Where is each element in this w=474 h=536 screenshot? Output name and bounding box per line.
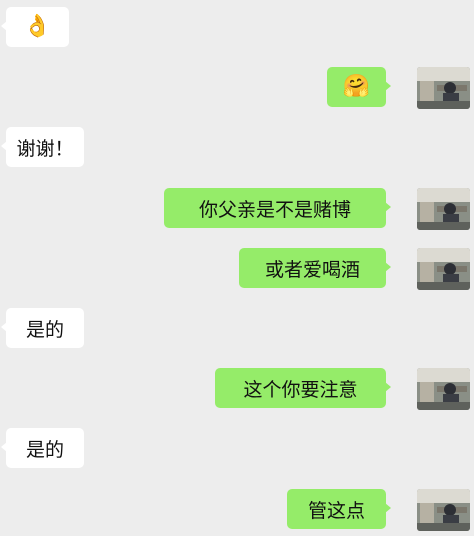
message-text: 你父亲是不是赌博: [198, 198, 351, 221]
avatar-photo: [417, 489, 470, 531]
message-bubble-incoming[interactable]: 👌: [1, 7, 69, 47]
message-bubble-outgoing[interactable]: 🤗: [327, 67, 391, 107]
avatar[interactable]: [417, 67, 470, 109]
message-text: 是的: [25, 438, 64, 461]
avatar[interactable]: [417, 489, 470, 531]
message-bubble-outgoing[interactable]: 这个你要注意: [215, 368, 391, 408]
avatar-photo: [417, 248, 470, 290]
avatar[interactable]: [417, 248, 470, 290]
message-text: 管这点: [307, 499, 365, 522]
message-text: 这个你要注意: [243, 378, 358, 401]
avatar-photo: [417, 368, 470, 410]
hug-emoji-icon: 🤗: [342, 74, 371, 99]
chat-message-list: 👌 🤗 谢谢！ 你父亲是不是赌博 或者爱喝酒 是的 这个你要注意 是的 管这点: [0, 0, 474, 536]
avatar-photo: [417, 188, 470, 230]
message-bubble-outgoing[interactable]: 或者爱喝酒: [239, 248, 391, 288]
message-text: 谢谢！: [16, 137, 74, 160]
message-text: 或者爱喝酒: [264, 258, 360, 281]
message-bubble-incoming[interactable]: 是的: [1, 308, 84, 348]
avatar[interactable]: [417, 368, 470, 410]
message-text: 是的: [25, 318, 64, 341]
avatar-photo: [417, 67, 470, 109]
message-bubble-outgoing[interactable]: 管这点: [287, 489, 391, 529]
message-bubble-incoming[interactable]: 是的: [1, 428, 84, 468]
avatar[interactable]: [417, 188, 470, 230]
message-bubble-outgoing[interactable]: 你父亲是不是赌博: [164, 188, 391, 228]
message-bubble-incoming[interactable]: 谢谢！: [1, 127, 84, 167]
ok-hand-emoji-icon: 👌: [23, 14, 52, 39]
